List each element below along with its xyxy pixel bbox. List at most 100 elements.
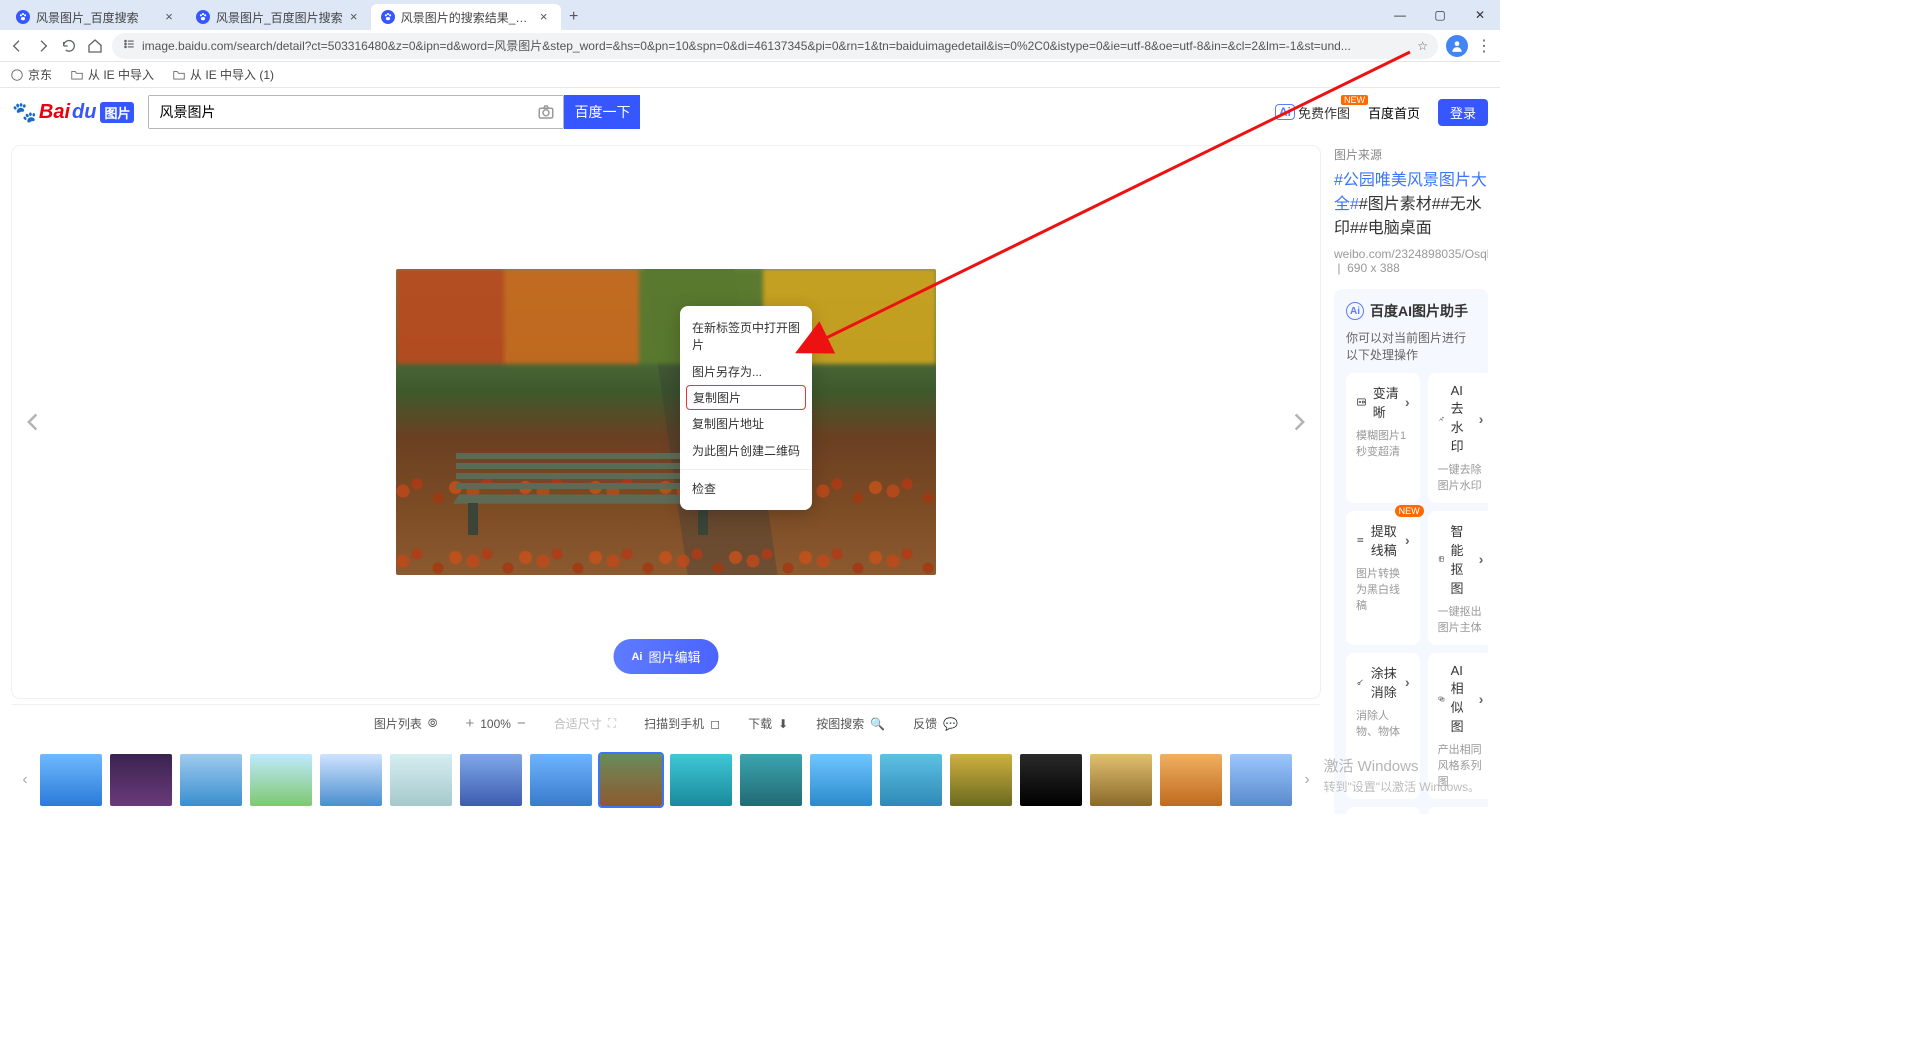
viewer-toolbar: 图片列表 ⦾ + 100% − 合适尺寸 ⛶ 扫描到手机 ◻ 下载 ⬇ 按图搜索… [12, 704, 1320, 742]
bookmark-folder[interactable]: 从 IE 中导入 [70, 66, 154, 83]
bookmark-label: 京东 [28, 66, 52, 83]
thumbnail[interactable] [810, 754, 872, 806]
zoom-out-button[interactable]: + [465, 715, 474, 732]
ctx-copy-image[interactable]: 复制图片 [686, 385, 806, 410]
tab-title: 风景图片_百度搜索 [36, 9, 158, 26]
close-icon[interactable]: × [347, 10, 361, 24]
ai-card-cut[interactable]: 智能抠图 ›一键抠出图片主体 [1428, 511, 1488, 645]
new-tab-button[interactable]: + [561, 4, 587, 30]
thumb-prev-button[interactable]: ‹ [18, 754, 32, 806]
search-button[interactable]: 百度一下 [564, 95, 640, 129]
close-icon[interactable]: × [537, 10, 551, 24]
ai-card-hd[interactable]: 变清晰 ›模糊图片1秒变超清 [1346, 373, 1420, 503]
bookmark-star-icon[interactable]: ☆ [1417, 39, 1428, 53]
download-button[interactable]: 下载 ⬇ [748, 715, 788, 732]
next-image-button[interactable] [1284, 397, 1314, 447]
ctx-inspect[interactable]: 检查 [680, 475, 812, 502]
ai-create-link[interactable]: Ai 免费作图 NEW [1275, 103, 1350, 122]
source-title: #公园唯美风景图片大全##图片素材##无水印##电脑桌面 [1334, 169, 1488, 241]
source-url[interactable]: weibo.com/2324898035/OsqhIrOdO [1334, 247, 1488, 261]
context-menu: 在新标签页中打开图片 图片另存为... 复制图片 复制图片地址 为此图片创建二维… [680, 306, 812, 510]
thumbnail[interactable] [880, 754, 942, 806]
login-button[interactable]: 登录 [1438, 99, 1488, 126]
image-list-button[interactable]: 图片列表 ⦾ [374, 715, 438, 732]
back-button[interactable] [8, 37, 26, 55]
thumbnail[interactable] [320, 754, 382, 806]
image-edit-button[interactable]: Ai 图片编辑 [613, 639, 718, 674]
ai-card-similar[interactable]: AI相似图 ›产出相同风格系列图 [1428, 653, 1488, 799]
thumbnail[interactable] [250, 754, 312, 806]
ctx-copy-address[interactable]: 复制图片地址 [680, 410, 812, 437]
search-input[interactable] [149, 96, 529, 128]
thumbnail[interactable] [740, 754, 802, 806]
thumbnail[interactable] [1020, 754, 1082, 806]
profile-avatar[interactable] [1446, 35, 1468, 57]
thumbnail[interactable] [1090, 754, 1152, 806]
minimize-button[interactable]: — [1380, 0, 1420, 30]
ai-icon: Ai [1275, 104, 1295, 120]
browser-tab[interactable]: 风景图片_百度图片搜索 × [186, 4, 371, 30]
baidu-logo[interactable]: 🐾 Baidu 图片 [12, 100, 134, 125]
thumbnail[interactable] [1160, 754, 1222, 806]
browser-tab-active[interactable]: 风景图片的搜索结果_百度图片 × [371, 4, 561, 30]
thumbnail-strip: ‹ › [12, 746, 1320, 814]
ai-card-lines[interactable]: NEW提取线稿 ›图片转换为黑白线稿 [1346, 511, 1420, 645]
browser-tab-strip: 风景图片_百度搜索 × 风景图片_百度图片搜索 × 风景图片的搜索结果_百度图片… [0, 0, 1500, 30]
chevron-right-icon: › [1405, 674, 1410, 690]
home-button[interactable] [86, 37, 104, 55]
browser-menu-button[interactable]: ⋮ [1476, 36, 1492, 56]
forward-button[interactable] [34, 37, 52, 55]
search-by-image-button[interactable]: 按图搜索 🔍 [816, 715, 885, 732]
reload-button[interactable] [60, 37, 78, 55]
chevron-right-icon: › [1405, 532, 1410, 548]
prev-image-button[interactable] [18, 397, 48, 447]
main-image[interactable] [396, 269, 936, 575]
close-icon[interactable]: × [162, 10, 176, 24]
thumb-next-button[interactable]: › [1300, 754, 1314, 806]
camera-icon[interactable] [529, 103, 563, 121]
ai-card-replace[interactable]: 局部替换 ›对图片进行局部修改 [1346, 807, 1420, 814]
new-badge: NEW [1341, 95, 1368, 105]
fit-size-button[interactable]: 合适尺寸 ⛶ [554, 715, 616, 732]
thumbnail[interactable] [1230, 754, 1292, 806]
thumbnail[interactable] [670, 754, 732, 806]
ctx-save-as[interactable]: 图片另存为... [680, 358, 812, 385]
baidu-home-link[interactable]: 百度首页 [1368, 103, 1420, 122]
site-info-icon[interactable] [122, 37, 136, 54]
paw-icon [381, 10, 395, 24]
thumbnail[interactable] [180, 754, 242, 806]
bookmarks-bar: 京东 从 IE 中导入 从 IE 中导入 (1) [0, 62, 1500, 88]
thumbnail[interactable] [460, 754, 522, 806]
ctx-open-new-tab[interactable]: 在新标签页中打开图片 [680, 314, 812, 358]
tab-title: 风景图片_百度图片搜索 [216, 9, 343, 26]
chevron-right-icon: › [1479, 411, 1484, 427]
thumbnail[interactable] [40, 754, 102, 806]
zoom-in-button[interactable]: − [517, 715, 526, 732]
paw-icon [196, 10, 210, 24]
zoom-value: 100% [480, 717, 511, 731]
window-controls: — ▢ ✕ [1380, 0, 1500, 30]
close-window-button[interactable]: ✕ [1460, 0, 1500, 30]
ai-card-brush[interactable]: 涂抹消除 ›消除人物、物体 [1346, 653, 1420, 799]
thumbnail[interactable] [110, 754, 172, 806]
scan-to-phone-button[interactable]: 扫描到手机 ◻ [644, 715, 720, 732]
thumbnail[interactable] [600, 754, 662, 806]
maximize-button[interactable]: ▢ [1420, 0, 1460, 30]
thumbnail[interactable] [950, 754, 1012, 806]
feedback-button[interactable]: 反馈 💬 [913, 715, 958, 732]
new-badge: NEW [1395, 505, 1424, 517]
bookmark-item[interactable]: 京东 [10, 66, 52, 83]
address-bar[interactable]: image.baidu.com/search/detail?ct=5033164… [112, 33, 1438, 59]
ai-card-erase[interactable]: AI去水印 ›一键去除图片水印 [1428, 373, 1488, 503]
ai-card-style[interactable]: 风格转换 ›百变风格 随心转换 [1428, 807, 1488, 814]
zoom-control: + 100% − [465, 715, 525, 732]
paw-icon [16, 10, 30, 24]
bookmark-folder[interactable]: 从 IE 中导入 (1) [172, 66, 274, 83]
thumbnail[interactable] [390, 754, 452, 806]
browser-tab[interactable]: 风景图片_百度搜索 × [6, 4, 186, 30]
header-right: Ai 免费作图 NEW 百度首页 登录 [1275, 99, 1488, 126]
thumbnail[interactable] [530, 754, 592, 806]
ctx-create-qr[interactable]: 为此图片创建二维码 [680, 437, 812, 464]
site-header: 🐾 Baidu 图片 百度一下 Ai 免费作图 NEW 百度首页 登录 [0, 88, 1500, 136]
viewer-panel: Ai 图片编辑 图片列表 ⦾ + 100% − 合适尺寸 ⛶ 扫描到手机 ◻ 下… [12, 146, 1320, 814]
